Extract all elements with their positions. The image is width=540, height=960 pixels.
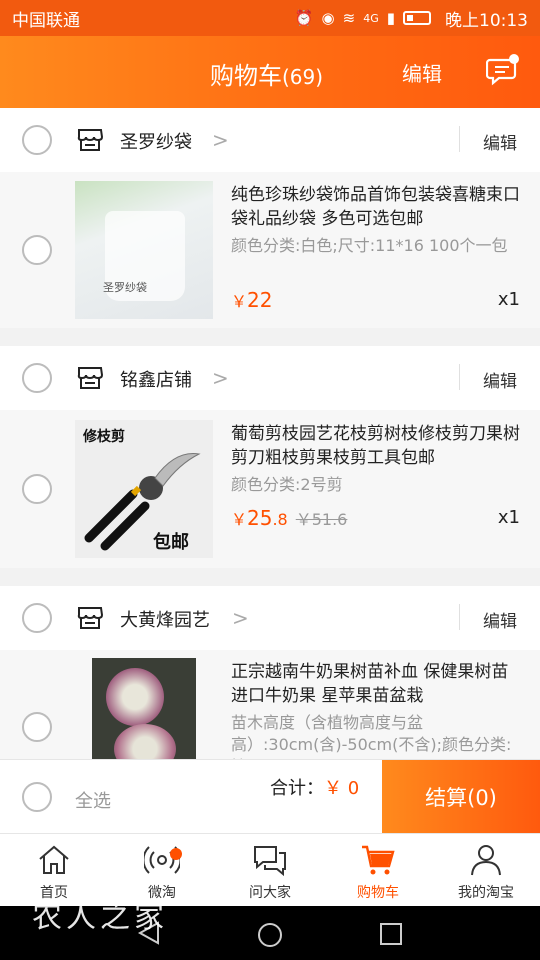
tab-label: 购物车	[357, 885, 399, 901]
store-icon	[77, 367, 104, 389]
network-label: 4G	[363, 11, 379, 25]
item-select-checkbox[interactable]	[22, 474, 52, 504]
cart-count: (69)	[282, 65, 324, 89]
checkout-bar: 全选 合计：￥ 0 结算(0)	[0, 759, 540, 834]
carrier-label: 中国联通	[12, 10, 80, 31]
shop-header: 铭鑫店铺 > 编辑	[0, 346, 540, 410]
item-select-checkbox[interactable]	[22, 712, 52, 742]
product-sku[interactable]: 苗木高度（含植物高度与盆高）:30cm(含)-50cm(不含);颜色分类:嫁	[231, 712, 523, 759]
product-thumbnail[interactable]	[92, 658, 196, 759]
shop-edit-button[interactable]: 编辑	[483, 607, 517, 632]
thumbnail-caption: 圣罗纱袋	[103, 281, 147, 294]
product-thumbnail[interactable]: 圣罗纱袋	[75, 181, 213, 319]
divider	[459, 364, 460, 390]
eye-icon: ◉	[321, 9, 335, 27]
thumbnail-caption-bottom: 包邮	[153, 532, 189, 553]
price-symbol: ￥	[231, 292, 248, 311]
price-symbol: ￥	[231, 510, 248, 529]
chevron-right-icon[interactable]: >	[232, 606, 249, 630]
header-edit-button[interactable]: 编辑	[402, 58, 442, 87]
cart-icon	[362, 845, 395, 875]
product-title[interactable]: 葡萄剪枝园艺花枝剪树枝修枝剪刀果树剪刀粗枝剪果枝剪工具包邮	[231, 422, 523, 470]
select-all-checkbox[interactable]	[22, 782, 52, 812]
product-title[interactable]: 正宗越南牛奶果树苗补血 保健果树苗 进口牛奶果 星苹果苗盆栽	[231, 660, 523, 708]
shop-select-checkbox[interactable]	[22, 363, 52, 393]
watermark: 农人之家	[32, 900, 168, 935]
divider	[459, 126, 460, 152]
select-all-label[interactable]: 全选	[75, 787, 111, 813]
status-bar: 中国联通 ⏰ ◉ ≋ 4G ▮ 晚上10:13	[0, 0, 540, 36]
product-sku[interactable]: 颜色分类:2号剪	[231, 474, 523, 496]
shop-select-checkbox[interactable]	[22, 125, 52, 155]
product-price: ￥25.8 ￥51.6	[231, 506, 347, 530]
cart-item[interactable]: 圣罗纱袋 纯色珍珠纱袋饰品首饰包装袋喜糖束口袋礼品纱袋 多色可选包邮 颜色分类:…	[0, 172, 540, 328]
page-title: 购物车(69)	[210, 56, 323, 91]
total-label: 合计：	[270, 778, 324, 799]
recent-apps-icon[interactable]	[380, 923, 402, 945]
pruning-shears-image	[84, 453, 201, 551]
home-circle-icon[interactable]	[258, 923, 282, 947]
tab-cart[interactable]: 购物车	[324, 834, 432, 906]
product-quantity: x1	[497, 289, 520, 310]
store-icon	[77, 129, 104, 151]
tab-label: 问大家	[249, 885, 291, 901]
product-thumbnail[interactable]: 修枝剪 包邮	[75, 420, 213, 558]
shop-header: 大黄烽园艺 > 编辑	[0, 586, 540, 650]
store-icon	[77, 607, 104, 629]
wifi-icon: ≋	[342, 9, 356, 27]
signal-icon: ▮	[386, 9, 395, 27]
total-summary: 合计：￥ 0	[270, 774, 359, 800]
chevron-right-icon[interactable]: >	[212, 128, 229, 152]
user-icon	[471, 845, 501, 876]
shop-name[interactable]: 圣罗纱袋	[120, 128, 192, 154]
alarm-icon: ⏰	[294, 9, 314, 27]
checkout-button[interactable]: 结算(0)	[382, 760, 540, 834]
product-quantity: x1	[497, 507, 520, 528]
shop-edit-button[interactable]: 编辑	[483, 129, 517, 154]
original-price: ￥51.6	[295, 510, 348, 529]
product-price: ￥22	[231, 288, 272, 312]
chevron-right-icon[interactable]: >	[212, 366, 229, 390]
shop-name[interactable]: 铭鑫店铺	[120, 366, 192, 392]
page-title-text: 购物车	[210, 62, 282, 90]
status-icons: ⏰ ◉ ≋ 4G ▮ 晚上10:13	[295, 6, 528, 31]
cart-header: 购物车(69) 编辑	[0, 36, 540, 108]
battery-icon	[403, 11, 431, 25]
tab-my-taobao[interactable]: 我的淘宝	[432, 834, 540, 906]
product-title[interactable]: 纯色珍珠纱袋饰品首饰包装袋喜糖束口袋礼品纱袋 多色可选包邮	[231, 183, 523, 231]
clock-label: 晚上10:13	[445, 10, 528, 31]
notification-dot	[170, 848, 182, 860]
shop-edit-button[interactable]: 编辑	[483, 367, 517, 392]
home-icon	[39, 845, 69, 874]
price-integer: 22	[247, 288, 273, 312]
price-decimal: .8	[272, 510, 288, 529]
tab-ask[interactable]: 问大家	[216, 834, 324, 906]
shop-name[interactable]: 大黄烽园艺	[120, 606, 210, 632]
price-integer: 25	[247, 506, 273, 530]
tab-label: 我的淘宝	[458, 885, 514, 901]
shop-header: 圣罗纱袋 > 编辑	[0, 108, 540, 172]
cart-item[interactable]: 修枝剪 包邮 葡萄剪枝园艺花枝剪树枝修枝剪刀果树剪刀粗枝剪果枝剪工具包邮 颜色分…	[0, 410, 540, 568]
message-icon[interactable]	[486, 54, 520, 86]
shop-select-checkbox[interactable]	[22, 603, 52, 633]
chat-icon	[254, 846, 286, 877]
cart-item[interactable]: 正宗越南牛奶果树苗补血 保健果树苗 进口牛奶果 星苹果苗盆栽 苗木高度（含植物高…	[0, 650, 540, 759]
milk-fruit-image	[106, 668, 164, 726]
item-select-checkbox[interactable]	[22, 235, 52, 265]
divider	[459, 604, 460, 630]
product-sku[interactable]: 颜色分类:白色;尺寸:11*16 100个一包	[231, 235, 523, 257]
total-amount: ￥ 0	[324, 778, 360, 799]
milk-fruit-image	[114, 724, 176, 759]
